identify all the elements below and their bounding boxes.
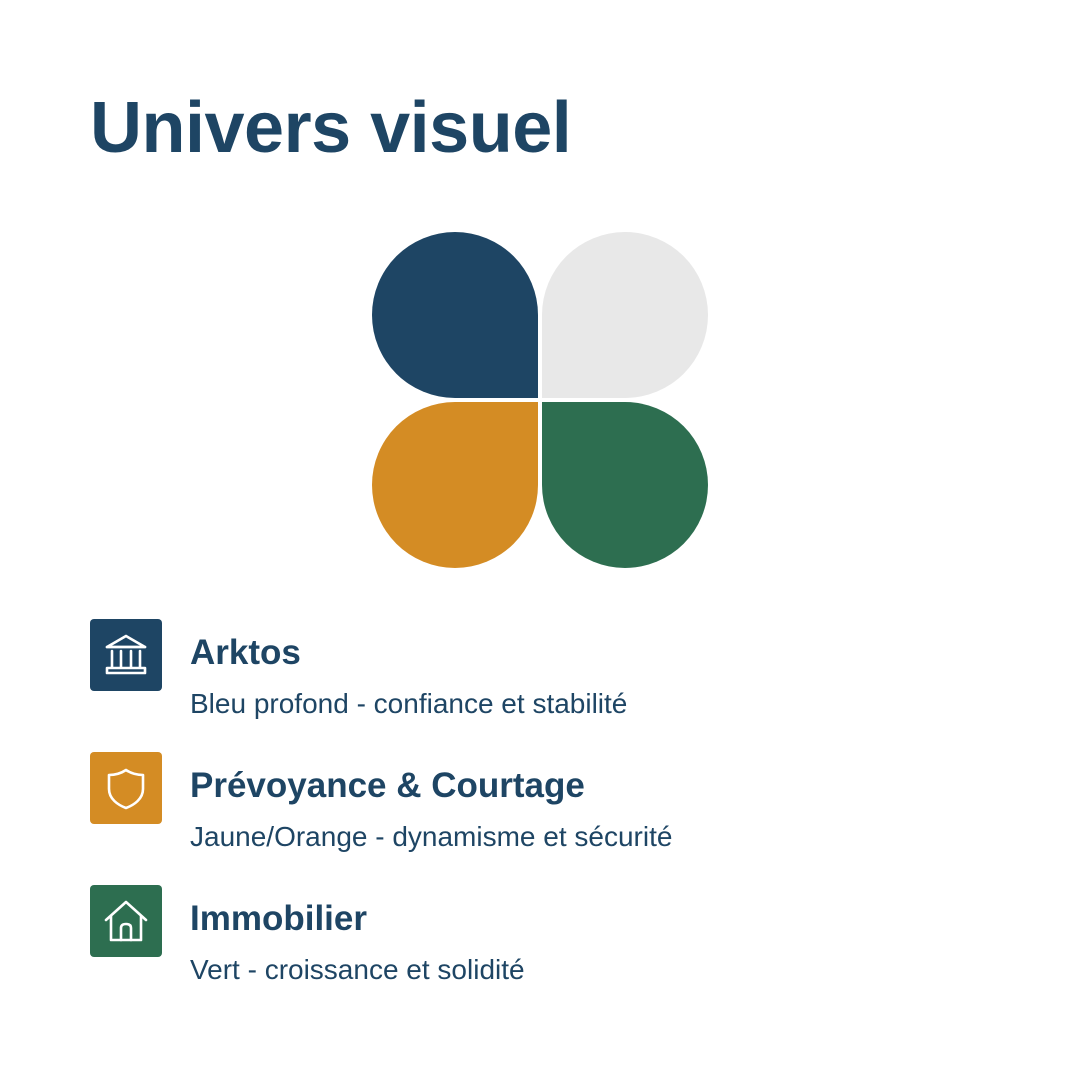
clover-logo <box>372 232 708 568</box>
legend-description: Jaune/Orange - dynamisme et sécurité <box>190 821 673 852</box>
legend-item-arktos: Arktos Bleu profond - confiance et stabi… <box>90 619 990 729</box>
legend-name: Arktos <box>190 633 301 672</box>
shield-icon <box>107 768 145 810</box>
legend-swatch-blue <box>90 619 162 691</box>
logo-petal-blue <box>372 232 538 398</box>
legend-item-prevoyance-courtage: Prévoyance & Courtage Jaune/Orange - dyn… <box>90 752 990 862</box>
legend-name: Prévoyance & Courtage <box>190 766 585 805</box>
logo-petal-orange <box>372 402 538 568</box>
bank-building-icon <box>105 634 147 675</box>
legend-description: Vert - croissance et solidité <box>190 954 525 985</box>
legend-name: Immobilier <box>190 899 367 938</box>
logo-petal-gray <box>542 232 708 398</box>
page-title: Univers visuel <box>90 88 572 168</box>
logo-petal-green <box>542 402 708 568</box>
legend-swatch-green <box>90 885 162 957</box>
house-icon <box>104 900 148 942</box>
legend-item-immobilier: Immobilier Vert - croissance et solidité <box>90 885 990 995</box>
legend-swatch-orange <box>90 752 162 824</box>
legend-description: Bleu profond - confiance et stabilité <box>190 688 628 719</box>
